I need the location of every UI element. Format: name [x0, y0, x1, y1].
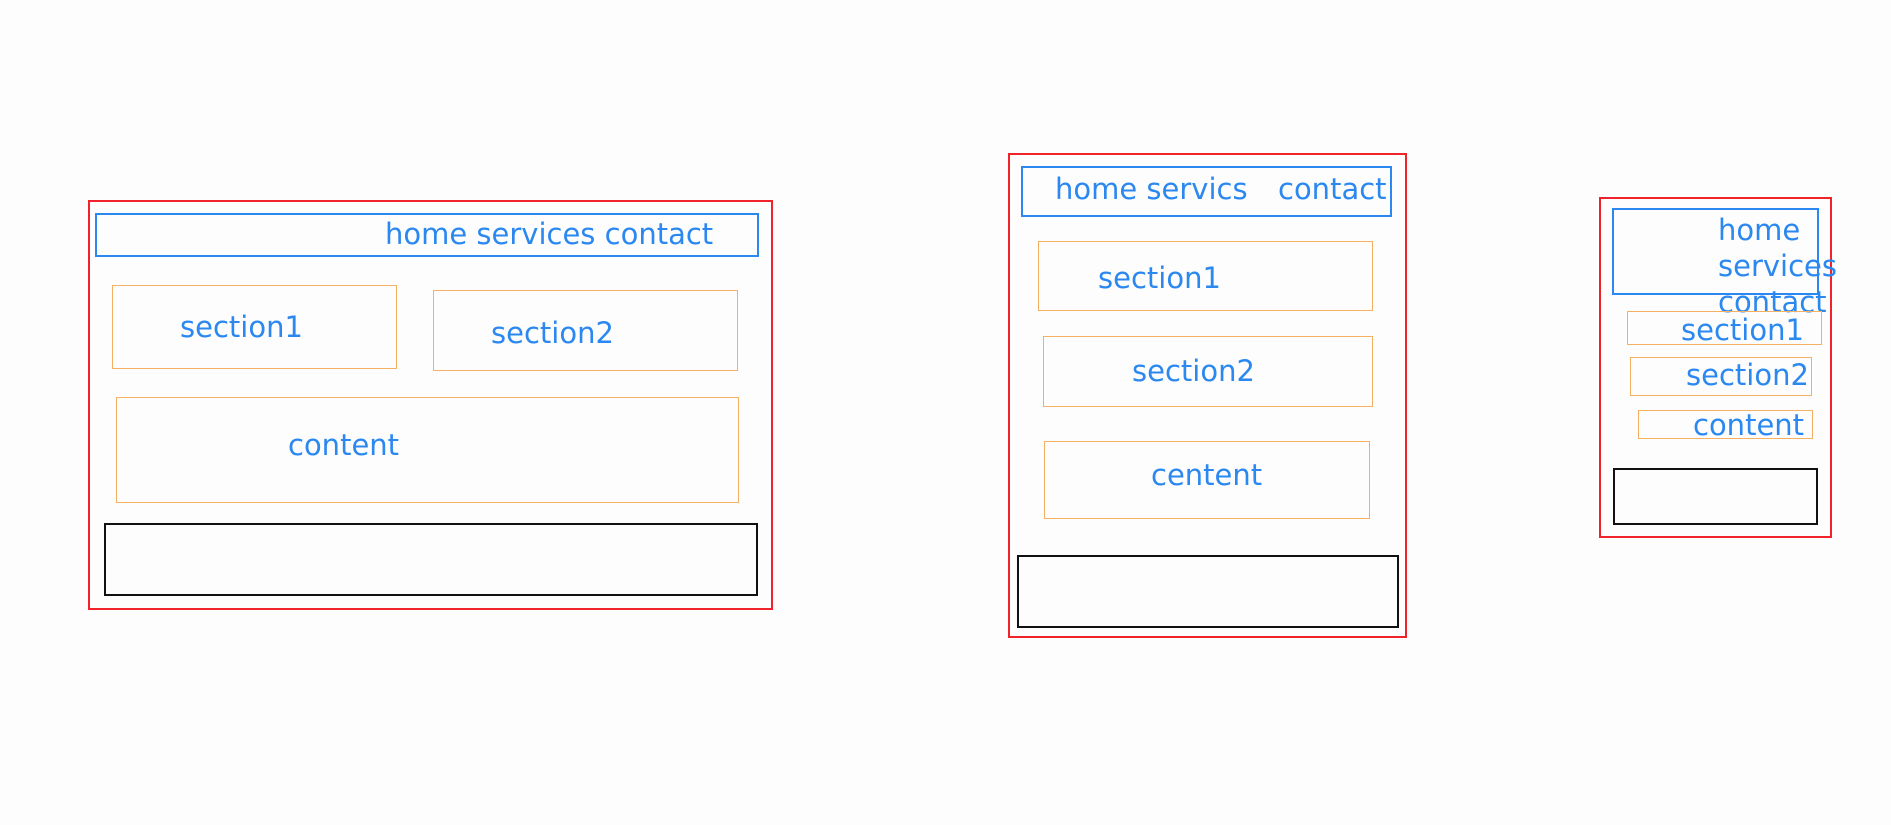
desktop-section2-label: section2	[491, 316, 614, 350]
tablet-nav-home-services-label: home servics	[1055, 172, 1248, 206]
desktop-nav-label: home services contact	[385, 217, 714, 251]
mobile-footer-box	[1613, 468, 1818, 525]
wireframe-canvas: home services contact section1 section2 …	[0, 0, 1891, 825]
mobile-section2-label: section2	[1686, 358, 1809, 392]
mobile-nav-home: home	[1718, 213, 1801, 247]
desktop-content-box	[116, 397, 739, 503]
tablet-nav-contact-label: contact	[1278, 172, 1387, 206]
mobile-content-label: content	[1693, 408, 1805, 442]
mobile-section1-label: section1	[1681, 313, 1804, 347]
mobile-nav-services: services	[1718, 249, 1837, 283]
tablet-footer-box	[1017, 555, 1399, 628]
tablet-section2-label: section2	[1132, 354, 1255, 388]
desktop-section1-label: section1	[180, 310, 303, 344]
desktop-footer-box	[104, 523, 758, 596]
tablet-section1-label: section1	[1098, 261, 1221, 295]
desktop-content-label: content	[288, 428, 400, 462]
tablet-content-label: centent	[1151, 458, 1263, 492]
mobile-nav-stack: home services contact	[1718, 212, 1837, 320]
